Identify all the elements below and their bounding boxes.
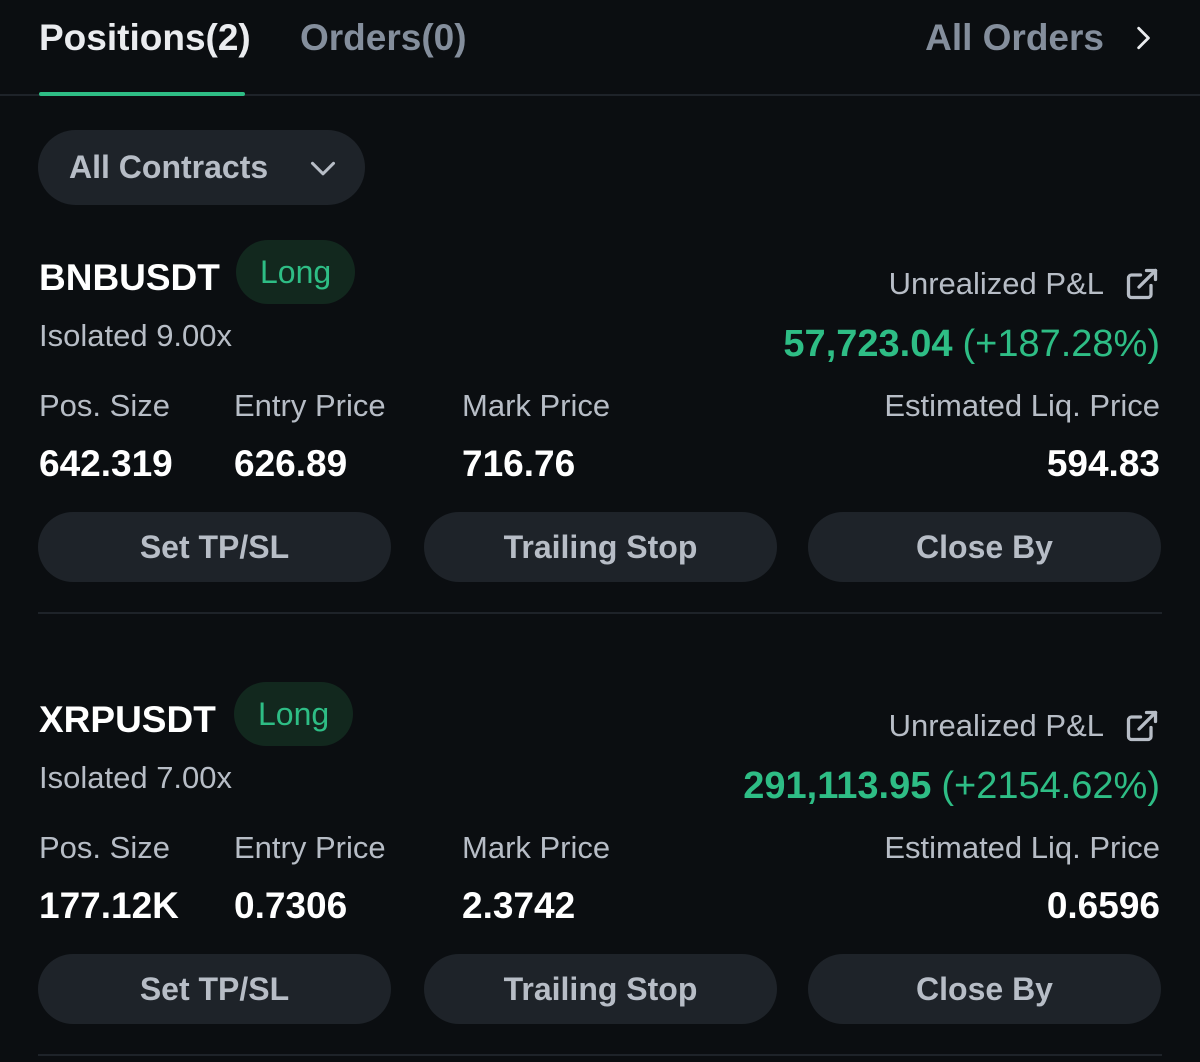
pos-size-label: Pos. Size [39, 830, 170, 865]
margin-mode: Isolated 9.00x [39, 318, 233, 353]
tab-orders[interactable]: Orders(0) [300, 14, 467, 62]
liq-price-label: Estimated Liq. Price [884, 830, 1160, 865]
chevron-right-icon [1137, 26, 1150, 50]
position-card: BNBUSDT Long Isolated 9.00x Unrealized P… [0, 240, 1200, 660]
position-symbol[interactable]: XRPUSDT [39, 696, 216, 744]
set-tpsl-button[interactable]: Set TP/SL [38, 954, 391, 1024]
pos-size-value: 642.319 [39, 443, 173, 484]
side-badge: Long [234, 682, 354, 746]
close-by-button[interactable]: Close By [808, 954, 1161, 1024]
side-badge: Long [236, 240, 356, 304]
all-orders-link[interactable]: All Orders [925, 14, 1156, 62]
liq-price-value: 594.83 [1046, 443, 1160, 484]
entry-price-value: 0.7306 [234, 885, 348, 926]
pnl-header: Unrealized P&L [889, 706, 1160, 746]
active-tab-indicator [39, 92, 245, 96]
pnl-value: 291,113.95 (+2154.62%) [743, 762, 1160, 810]
position-symbol[interactable]: BNBUSDT [39, 254, 220, 302]
margin-mode: Isolated 7.00x [39, 760, 233, 795]
pnl-label: Unrealized P&L [888, 266, 1104, 301]
pnl-amount: 57,723.04 [783, 323, 953, 365]
mark-price-label: Mark Price [462, 830, 611, 865]
tab-bar: Positions(2) Orders(0) All Orders [0, 0, 1200, 96]
pos-size-label: Pos. Size [39, 388, 170, 423]
pnl-header: Unrealized P&L [889, 264, 1160, 304]
position-divider [38, 1054, 1162, 1056]
close-by-button[interactable]: Close By [808, 512, 1161, 582]
mark-price-value: 716.76 [462, 443, 576, 484]
tab-positions[interactable]: Positions(2) [39, 14, 251, 62]
mark-price-label: Mark Price [462, 388, 611, 423]
pnl-percent: (+2154.62%) [941, 765, 1160, 807]
trailing-stop-button[interactable]: Trailing Stop [424, 512, 777, 582]
entry-price-value: 626.89 [234, 443, 348, 484]
pnl-label: Unrealized P&L [888, 708, 1104, 743]
liq-price-label: Estimated Liq. Price [884, 388, 1160, 423]
chevron-down-icon [310, 161, 336, 176]
position-card: XRPUSDT Long Isolated 7.00x Unrealized P… [0, 682, 1200, 1062]
position-divider [38, 612, 1162, 614]
set-tpsl-button[interactable]: Set TP/SL [38, 512, 391, 582]
mark-price-value: 2.3742 [462, 885, 576, 926]
external-link-icon[interactable] [1124, 266, 1160, 302]
pnl-value: 57,723.04 (+187.28%) [783, 320, 1160, 368]
entry-price-label: Entry Price [234, 388, 386, 423]
pnl-percent: (+187.28%) [962, 323, 1160, 365]
all-orders-label: All Orders [925, 17, 1104, 58]
trailing-stop-button[interactable]: Trailing Stop [424, 954, 777, 1024]
contracts-filter-dropdown[interactable]: All Contracts [38, 130, 365, 205]
liq-price-value: 0.6596 [1046, 885, 1160, 926]
entry-price-label: Entry Price [234, 830, 386, 865]
pnl-amount: 291,113.95 [743, 765, 932, 807]
contracts-filter-label: All Contracts [69, 149, 269, 185]
external-link-icon[interactable] [1124, 708, 1160, 744]
pos-size-value: 177.12K [39, 885, 179, 926]
